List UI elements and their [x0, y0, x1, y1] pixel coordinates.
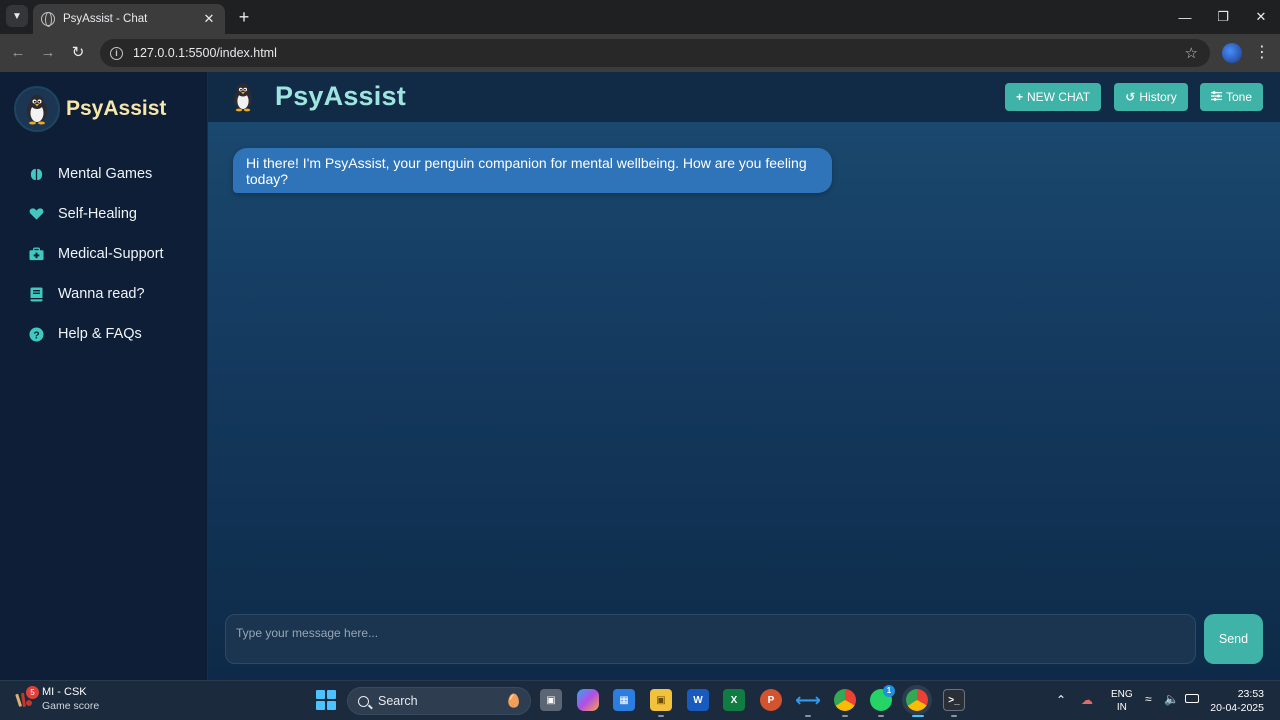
running-indicator: [878, 715, 884, 717]
sidebar-item-medical-support[interactable]: Medical-Support: [28, 246, 164, 262]
url-bar[interactable]: i 127.0.0.1:5500/index.html ☆: [100, 39, 1210, 67]
region-text: IN: [1116, 702, 1127, 713]
chrome-profile-icon[interactable]: [834, 689, 856, 711]
language-text: ENG: [1111, 689, 1133, 700]
back-arrow-icon[interactable]: ←: [7, 42, 29, 64]
new-chat-button[interactable]: + NEW CHAT: [1005, 83, 1101, 111]
task-view-icon[interactable]: ▣: [540, 689, 562, 711]
word-icon[interactable]: W: [687, 689, 709, 711]
cricket-icon: 5: [14, 686, 39, 710]
sidebar: PsyAssist Mental Games Self-Healing Medi…: [0, 72, 208, 680]
active-indicator: [912, 715, 924, 717]
maximize-button[interactable]: ❐: [1204, 0, 1242, 34]
running-indicator: [805, 715, 811, 717]
windows-taskbar: 5 MI - CSK Game score Search 🥚 ▣ ▦ ▣ W X…: [0, 680, 1280, 720]
tone-button[interactable]: Tone: [1200, 83, 1263, 111]
chat-main: PsyAssist + NEW CHAT ↺ History Tone Hi t…: [208, 72, 1280, 680]
widget-subtitle: Game score: [42, 700, 100, 712]
chrome-icon[interactable]: [906, 689, 928, 711]
medical-kit-icon: [28, 246, 44, 262]
sidebar-item-mental-games[interactable]: Mental Games: [28, 166, 152, 182]
profile-avatar[interactable]: [1222, 43, 1242, 63]
widget-game-score[interactable]: 5 MI - CSK Game score: [14, 686, 99, 712]
message-text: Hi there! I'm PsyAssist, your penguin co…: [246, 154, 807, 187]
sidebar-item-label: Help & FAQs: [58, 326, 142, 342]
bookmark-star-icon[interactable]: ☆: [1185, 44, 1198, 62]
volume-icon[interactable]: 🔈: [1164, 692, 1179, 706]
sidebar-item-label: Wanna read?: [58, 286, 145, 302]
reload-icon[interactable]: ↻: [67, 42, 89, 64]
browser-tab-strip: ▼ PsyAssist - Chat ✕ + — ❐ ✕: [0, 0, 1280, 34]
tab-close-icon[interactable]: ✕: [201, 11, 217, 27]
wifi-icon[interactable]: ≈: [1145, 692, 1152, 706]
sidebar-item-label: Mental Games: [58, 166, 153, 182]
bot-message-bubble: Hi there! I'm PsyAssist, your penguin co…: [233, 148, 832, 193]
question-circle-icon: ?: [28, 326, 44, 342]
sidebar-item-help-faqs[interactable]: ? Help & FAQs: [28, 326, 142, 342]
powerpoint-icon[interactable]: P: [760, 689, 782, 711]
search-label: Search: [378, 694, 418, 708]
history-button[interactable]: ↺ History: [1114, 83, 1188, 111]
whatsapp-icon[interactable]: 1: [870, 685, 895, 711]
site-info-icon[interactable]: i: [110, 46, 123, 60]
penguin-logo-icon: [14, 86, 60, 132]
brand-name: PsyAssist: [66, 97, 167, 120]
running-indicator: [951, 715, 957, 717]
penguin-icon: [230, 82, 256, 117]
message-input[interactable]: [225, 614, 1196, 664]
close-window-button[interactable]: ✕: [1242, 0, 1280, 34]
search-icon: [358, 695, 369, 707]
excel-icon[interactable]: X: [723, 689, 745, 711]
sidebar-item-self-healing[interactable]: Self-Healing: [28, 206, 137, 222]
globe-icon: [41, 12, 55, 27]
date-text: 20-04-2025: [1210, 702, 1264, 714]
battery-icon[interactable]: [1185, 694, 1199, 703]
windows-start-icon[interactable]: [316, 690, 336, 710]
terminal-icon[interactable]: >_: [943, 689, 965, 711]
url-text: 127.0.0.1:5500/index.html: [133, 46, 277, 60]
widget-badge: 5: [26, 686, 39, 699]
onedrive-error-icon[interactable]: ☁: [1081, 693, 1093, 707]
language-indicator[interactable]: ENG IN: [1111, 688, 1133, 714]
time-text: 23:53: [1237, 688, 1264, 700]
tab-search-button[interactable]: ▼: [6, 5, 28, 27]
tone-label: Tone: [1225, 90, 1253, 104]
system-clock[interactable]: 23:53 20-04-2025: [1208, 687, 1264, 715]
app-root: PsyAssist Mental Games Self-Healing Medi…: [0, 72, 1280, 680]
widget-title: MI - CSK: [42, 686, 87, 698]
chat-header: PsyAssist + NEW CHAT ↺ History Tone: [208, 72, 1280, 122]
brain-icon: [28, 166, 44, 182]
whatsapp-badge: 1: [883, 685, 895, 697]
microsoft-store-icon[interactable]: ▦: [613, 689, 635, 711]
forward-arrow-icon[interactable]: →: [37, 42, 59, 64]
running-indicator: [658, 715, 664, 717]
running-indicator: [842, 715, 848, 717]
heart-icon: [28, 206, 44, 222]
address-bar-row: ← → ↻ i 127.0.0.1:5500/index.html ☆: [0, 34, 1280, 72]
new-chat-label: NEW CHAT: [1026, 90, 1091, 104]
vscode-icon[interactable]: ⟷: [795, 689, 821, 711]
plus-icon: +: [1015, 90, 1023, 104]
history-label: History: [1139, 90, 1177, 104]
brand[interactable]: PsyAssist: [14, 86, 166, 132]
browser-menu-icon[interactable]: ⋮: [1254, 42, 1270, 62]
svg-text:?: ?: [33, 330, 39, 341]
file-explorer-icon[interactable]: ▣: [650, 689, 672, 711]
sidebar-item-label: Medical-Support: [58, 246, 164, 262]
browser-tab-active[interactable]: PsyAssist - Chat ✕: [33, 4, 225, 34]
taskbar-search[interactable]: Search 🥚: [347, 687, 531, 715]
page-title: PsyAssist: [275, 81, 406, 111]
new-tab-button[interactable]: +: [234, 7, 254, 27]
copilot-icon[interactable]: [577, 689, 599, 711]
book-icon: [28, 286, 44, 302]
minimize-button[interactable]: —: [1166, 0, 1204, 34]
sliders-icon: [1210, 90, 1222, 104]
tray-chevron-up-icon[interactable]: ⌃: [1056, 693, 1066, 707]
history-icon: ↺: [1125, 90, 1136, 104]
search-highlight-icon: 🥚: [505, 693, 522, 708]
send-button[interactable]: Send: [1204, 614, 1263, 664]
sidebar-item-label: Self-Healing: [58, 206, 137, 222]
sidebar-item-wanna-read[interactable]: Wanna read?: [28, 286, 145, 302]
tab-title: PsyAssist - Chat: [63, 13, 148, 25]
